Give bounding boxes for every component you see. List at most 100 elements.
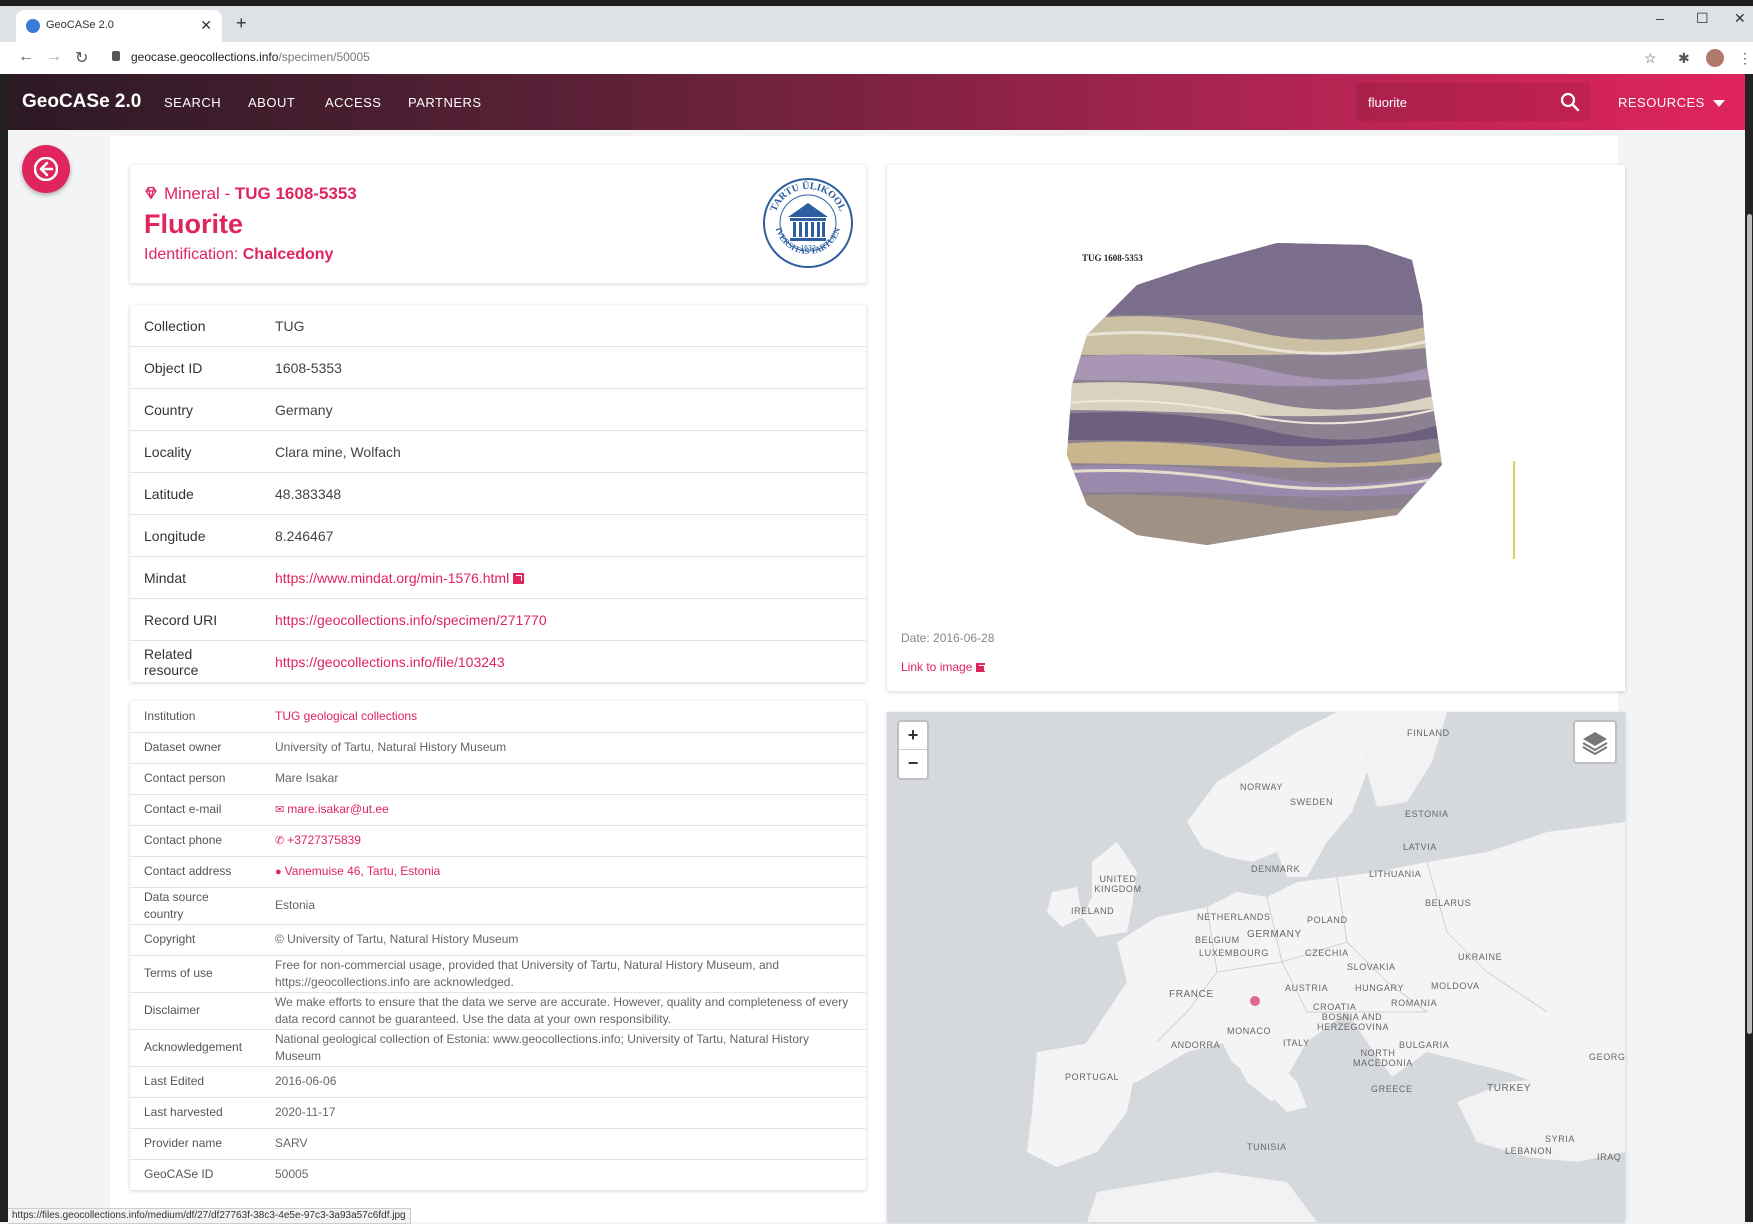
row-label: Last Edited	[130, 1066, 261, 1098]
table-row: Data source country Estonia	[130, 887, 866, 925]
search-input[interactable]	[1356, 83, 1558, 121]
row-value: University of Tartu, Natural History Mus…	[261, 732, 866, 764]
zoom-out-button[interactable]: −	[899, 750, 927, 777]
zoom-in-button[interactable]: +	[899, 722, 927, 750]
phone-link[interactable]: +3727375839	[287, 833, 361, 847]
map-label: GERMANY	[1247, 929, 1302, 940]
map-label: SWEDEN	[1290, 797, 1334, 807]
specimen-location-marker[interactable]	[1250, 996, 1260, 1006]
bookmark-star-icon[interactable]: ☆	[1644, 50, 1657, 67]
table-row: Dataset owner University of Tartu, Natura…	[130, 732, 866, 764]
browser-tab[interactable]: GeoCASe 2.0 ✕	[16, 10, 222, 42]
map-label: PORTUGAL	[1065, 1072, 1120, 1082]
map-label: SYRIA	[1545, 1134, 1576, 1144]
row-label: Contact address	[130, 856, 261, 888]
table-row: Terms of use Free for non-commercial usag…	[130, 955, 866, 993]
table-row: Disclaimer We make efforts to ensure that…	[130, 992, 866, 1030]
back-button[interactable]	[22, 145, 70, 193]
map-label: FRANCE	[1169, 989, 1214, 1000]
specimen-name: Fluorite	[144, 209, 243, 239]
back-nav-icon[interactable]: ←	[18, 48, 34, 66]
table-row: Copyright © University of Tartu, Natural …	[130, 924, 866, 956]
table-row: Locality Clara mine, Wolfach	[130, 430, 866, 473]
table-row: Object ID 1608-5353	[130, 346, 866, 389]
row-value: SARV	[261, 1128, 866, 1160]
browser-tab-strip: GeoCASe 2.0 ✕ + – ☐ ✕	[0, 0, 1753, 42]
link-to-image-label: Link to image	[901, 660, 973, 674]
link-to-image[interactable]: Link to image	[901, 660, 986, 674]
close-tab-icon[interactable]: ✕	[200, 17, 212, 34]
phone-icon: ✆	[275, 834, 285, 847]
dataset-metadata-table: Institution TUG geological collections Da…	[130, 701, 866, 1190]
row-label: Copyright	[130, 924, 261, 956]
map-label: TURKEY	[1487, 1083, 1532, 1094]
brand-logo[interactable]: GeoCASe 2.0	[22, 91, 141, 113]
nav-about[interactable]: ABOUT	[248, 95, 295, 110]
map-label: SLOVAKIA	[1347, 962, 1396, 972]
forward-nav-icon[interactable]: →	[46, 48, 62, 66]
new-tab-button[interactable]: +	[236, 13, 247, 34]
app-header: GeoCASe 2.0 SEARCH ABOUT ACCESS PARTNERS…	[8, 74, 1745, 130]
layers-button[interactable]	[1573, 720, 1617, 764]
favicon-icon	[26, 19, 40, 33]
row-label: Disclaimer	[130, 992, 261, 1030]
row-label: Contact person	[130, 763, 261, 795]
identification-value: Chalcedony	[242, 246, 334, 263]
resources-menu-button[interactable]: RESOURCES	[1618, 95, 1725, 110]
nav-search[interactable]: SEARCH	[164, 95, 221, 110]
table-row: Mindat https://www.mindat.org/min-1576.ht…	[130, 556, 866, 599]
table-row: Related resource https://geocollections.i…	[130, 641, 866, 683]
address-link[interactable]: Vanemuise 46, Tartu, Estonia	[285, 864, 441, 878]
tab-title: GeoCASe 2.0	[46, 19, 114, 31]
row-value: Germany	[261, 388, 866, 431]
row-label: Last harvested	[130, 1097, 261, 1129]
row-value: https://www.mindat.org/min-1576.html	[261, 556, 866, 599]
table-row: Last Edited 2016-06-06	[130, 1066, 866, 1098]
external-link-icon	[976, 663, 986, 672]
row-label: Contact phone	[130, 825, 261, 857]
map-label: GEORG	[1589, 1052, 1625, 1062]
map-label: LATVIA	[1403, 842, 1437, 852]
search-icon[interactable]	[1560, 92, 1580, 112]
map-label: DENMARK	[1251, 864, 1301, 874]
page-scrollbar[interactable]	[1747, 214, 1752, 1034]
record-uri-link[interactable]: https://geocollections.info/specimen/271…	[275, 612, 547, 628]
caret-down-icon	[1712, 100, 1725, 108]
map-label: NORWAY	[1240, 782, 1283, 792]
maximize-button[interactable]: ☐	[1696, 10, 1709, 27]
minimize-button[interactable]: –	[1656, 10, 1664, 26]
row-value: 2016-06-06	[261, 1066, 866, 1098]
map-label: MOLDOVA	[1431, 981, 1480, 991]
url-field[interactable]: geocase.geocollections.info/specimen/500…	[131, 50, 370, 64]
row-label: Country	[130, 388, 261, 431]
envelope-icon: ✉	[275, 803, 285, 816]
specimen-kind: Mineral - TUG 1608-5353	[144, 184, 357, 204]
specimen-photo-label: TUG 1608-5353	[1082, 253, 1143, 263]
nav-access[interactable]: ACCESS	[325, 95, 381, 110]
map-label: ESTONIA	[1405, 809, 1449, 819]
row-label: Longitude	[130, 514, 261, 557]
map-label: LUXEMBOURG	[1199, 948, 1270, 958]
browser-menu-icon[interactable]: ⋮	[1738, 50, 1752, 67]
table-row: Contact person Mare Isakar	[130, 763, 866, 795]
row-value: National geological collection of Estoni…	[261, 1029, 866, 1067]
map-label: ITALY	[1283, 1038, 1310, 1048]
location-map[interactable]: + − FINLAND NORWAY SWEDEN ESTONIA LATVIA…	[887, 712, 1625, 1222]
map-label: FINLAND	[1407, 728, 1450, 738]
identification: Identification: Chalcedony	[144, 246, 333, 264]
profile-avatar[interactable]	[1706, 49, 1724, 67]
map-label: CZECHIA	[1305, 948, 1349, 958]
row-value: Estonia	[261, 887, 866, 925]
mindat-link[interactable]: https://www.mindat.org/min-1576.html	[275, 570, 509, 586]
nav-partners[interactable]: PARTNERS	[408, 95, 482, 110]
table-row: Institution TUG geological collections	[130, 701, 866, 733]
kind-label: Mineral -	[164, 184, 235, 203]
gem-icon	[145, 186, 157, 200]
institution-link[interactable]: TUG geological collections	[275, 709, 417, 723]
external-link-icon[interactable]	[513, 572, 525, 584]
close-window-button[interactable]: ✕	[1734, 10, 1746, 27]
reload-icon[interactable]: ↻	[75, 48, 88, 68]
related-resource-link[interactable]: https://geocollections.info/file/103243	[275, 654, 505, 670]
email-link[interactable]: mare.isakar@ut.ee	[287, 802, 389, 816]
extensions-puzzle-icon[interactable]: ✱	[1678, 50, 1690, 67]
